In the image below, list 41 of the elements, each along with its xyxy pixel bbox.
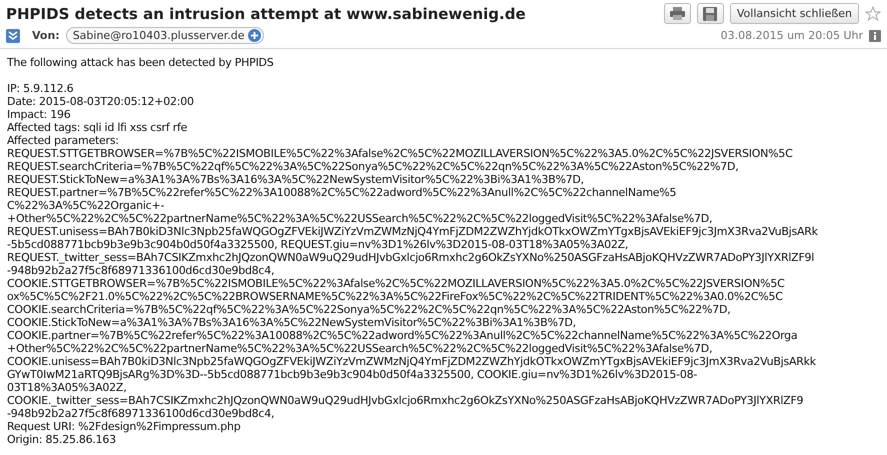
report-line: REQUEST._twitter_sess=BAh7CSIKZmxhc2hJQzonQWN0aW9uQ29udHJvbGxlcjo6Rmxhc2g6OkZsYXNo%250ASGFzaHsABjoKQHVzZWR7ADoPY3JlYXRlZF9l xyxy=(7,251,814,264)
plus-icon xyxy=(248,29,261,42)
report-line: IP: 5.9.112.6 xyxy=(7,82,74,95)
report-line: Affected tags: sqli id lfi xss csrf rfe xyxy=(7,121,188,134)
report-line: +Other%5C%22%2C%5C%22partnerName%5C%22%3A%5C%22USSearch%5C%22%2C%5C%22loggedVisit%5C%22%3Afalse%7D, xyxy=(7,342,712,355)
sender-chip[interactable]: Sabine@ro10403.plusserver.de xyxy=(66,27,264,44)
print-button[interactable] xyxy=(664,3,691,24)
report-line: REQUEST.partner=%7B%5C%22refer%5C%22%3A10088%2C%5C%22adword%5C%22%3Anull%2C%5C%22channelName%5 xyxy=(7,186,676,199)
email-date: 03.08.2015 um 20:05 Uhr xyxy=(720,29,863,42)
report-line: GYwT0IwM21aRTQ9BjsARg%3D%3D--5b5cd088771bcb9b3e9b3c904b0d50f4a3325500, COOKIE.giu=nv%3D1%26lv%3D2015-08- xyxy=(7,368,698,381)
report-line: REQUEST.unisess=BAh7B0kiD3Nlc3Npb25faWQGOgZFVEkiJWZiYzVmZWMzNjQ4YmFjZDM2ZWZhYjdkOTkxOWZmYTgxBjsAVEkiEF9jc3JmX3Rva2VuBjsARk xyxy=(7,225,818,238)
report-line: COOKIE.StickToNew=a%3A1%3A%7Bs%3A16%3A%5C%22NewSystemVisitor%5C%22%3Bi%3A1%3B%7D, xyxy=(7,316,576,329)
report-line: 03T18%3A05%3A02Z, xyxy=(7,381,126,394)
report-line: COOKIE.partner=%7B%5C%22refer%5C%22%3A10088%2C%5C%22adword%5C%22%3Anull%2C%5C%22channelName%5C%22%3A%5C%22Orga xyxy=(7,329,798,342)
info-icon[interactable] xyxy=(869,30,881,42)
report-line: Impact: 196 xyxy=(7,108,70,121)
star-icon[interactable] xyxy=(865,6,881,22)
report-line: -5b5cd088771bcb9b3e9b3c904b0d50f4a3325500, REQUEST.giu=nv%3D1%26lv%3D2015-08-03T18%3A05%3A02Z, xyxy=(7,238,628,251)
report-line: Origin: 85.25.86.163 xyxy=(7,433,116,446)
report-line: COOKIE.STTGETBROWSER=%7B%5C%22ISMOBILE%5C%22%3Afalse%2C%5C%22MOZILLAVERSION%5C%22%3A5.0%2C%5C%22JSVERSION%5C xyxy=(7,277,785,290)
report-line: COOKIE._twitter_sess=BAh7CSIKZmxhc2hJQzonQWN0aW9uQ29udHJvbGxlcjo6Rmxhc2g6OkZsYXNo%250ASGFzaHsABjoKQHVzZWR7ADoPY3JlYXRlZF9 xyxy=(7,394,804,407)
report-line: Date: 2015-08-03T20:05:12+02:00 xyxy=(7,95,194,108)
save-button[interactable] xyxy=(696,3,724,24)
report-line: Affected parameters: xyxy=(7,134,119,147)
report-line: REQUEST.StickToNew=a%3A1%3A%7Bs%3A16%3A%5C%22NewSystemVisitor%5C%22%3Bi%3A1%3B%7D, xyxy=(7,173,584,186)
report-line: C%22%3A%5C%22Organic+- xyxy=(7,199,164,212)
expand-icon[interactable] xyxy=(6,28,20,42)
report-line: REQUEST.STTGETBROWSER=%7B%5C%22ISMOBILE%5C%22%3Afalse%2C%5C%22MOZILLAVERSION%5C%22%3A5.0%2C%5C%22JSVERSION%5C xyxy=(7,147,793,160)
intro-text: The following attack has been detected by PHPIDS xyxy=(7,56,275,69)
from-label: Von: xyxy=(32,29,60,42)
report-line: COOKIE.searchCriteria=%7B%5C%22qf%5C%22%3A%5C%22Sonya%5C%22%2C%5C%22qn%5C%22%3A%5C%22Aston%5C%22%7D, xyxy=(7,303,730,316)
report-line: -948b92b2a27f5c8f68971336100d6cd30e9bd8c4, xyxy=(7,264,274,277)
report-line: +Other%5C%22%2C%5C%22partnerName%5C%22%3A%5C%22USSearch%5C%22%2C%5C%22loggedVisit%5C%22%3Afalse%7D, xyxy=(7,212,712,225)
report-line: Request URI: %2Fdesign%2Fimpressum.php xyxy=(7,420,240,433)
report-line: ox%5C%5C%2F21.0%5C%22%2C%5C%22BROWSERNAME%5C%22%3A%5C%22FireFox%5C%22%2C%5C%22TRIDENT%5C%22%3A0.0%2C%5C xyxy=(7,290,783,303)
report-line: -948b92b2a27f5c8f68971336100d6cd30e9bd8c4, xyxy=(7,407,274,420)
report-line: COOKIE.unisess=BAh7B0kiD3Nlc3Npb25faWQGOgZFVEkiJWZiYzVmZWMzNjQ4YmFjZDM2ZWZhYjdkOTkxOWZmYTgxBjsAVEkiEF9jc3JmX3Rva2VuBjsARkk xyxy=(7,355,816,368)
email-subject: PHPIDS detects an intrusion attempt at www.sabinewenig.de xyxy=(6,4,527,22)
printer-icon xyxy=(670,7,685,20)
report-line: REQUEST.searchCriteria=%7B%5C%22qf%5C%22%3A%5C%22Sonya%5C%22%2C%5C%22qn%5C%22%3A%5C%22Aston%5C%22%7D, xyxy=(7,160,738,173)
close-full-view-button[interactable]: Vollansicht schließen xyxy=(730,3,859,24)
